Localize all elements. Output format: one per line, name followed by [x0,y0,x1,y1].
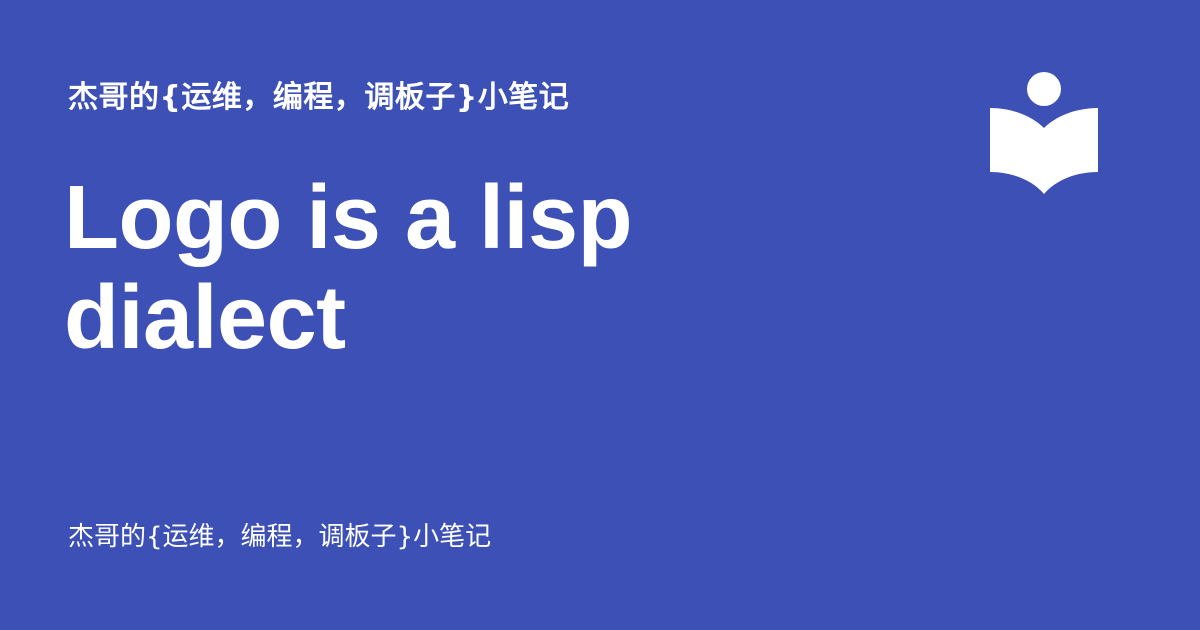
footer-site-name: 杰哥的{运维，编程，调板子}小笔记 [68,522,492,552]
site-title: 杰哥的{运维，编程，调板子}小笔记 [68,80,570,115]
reading-person-book-icon [990,72,1098,194]
post-title: Logo is a lisp dialect [64,168,633,368]
